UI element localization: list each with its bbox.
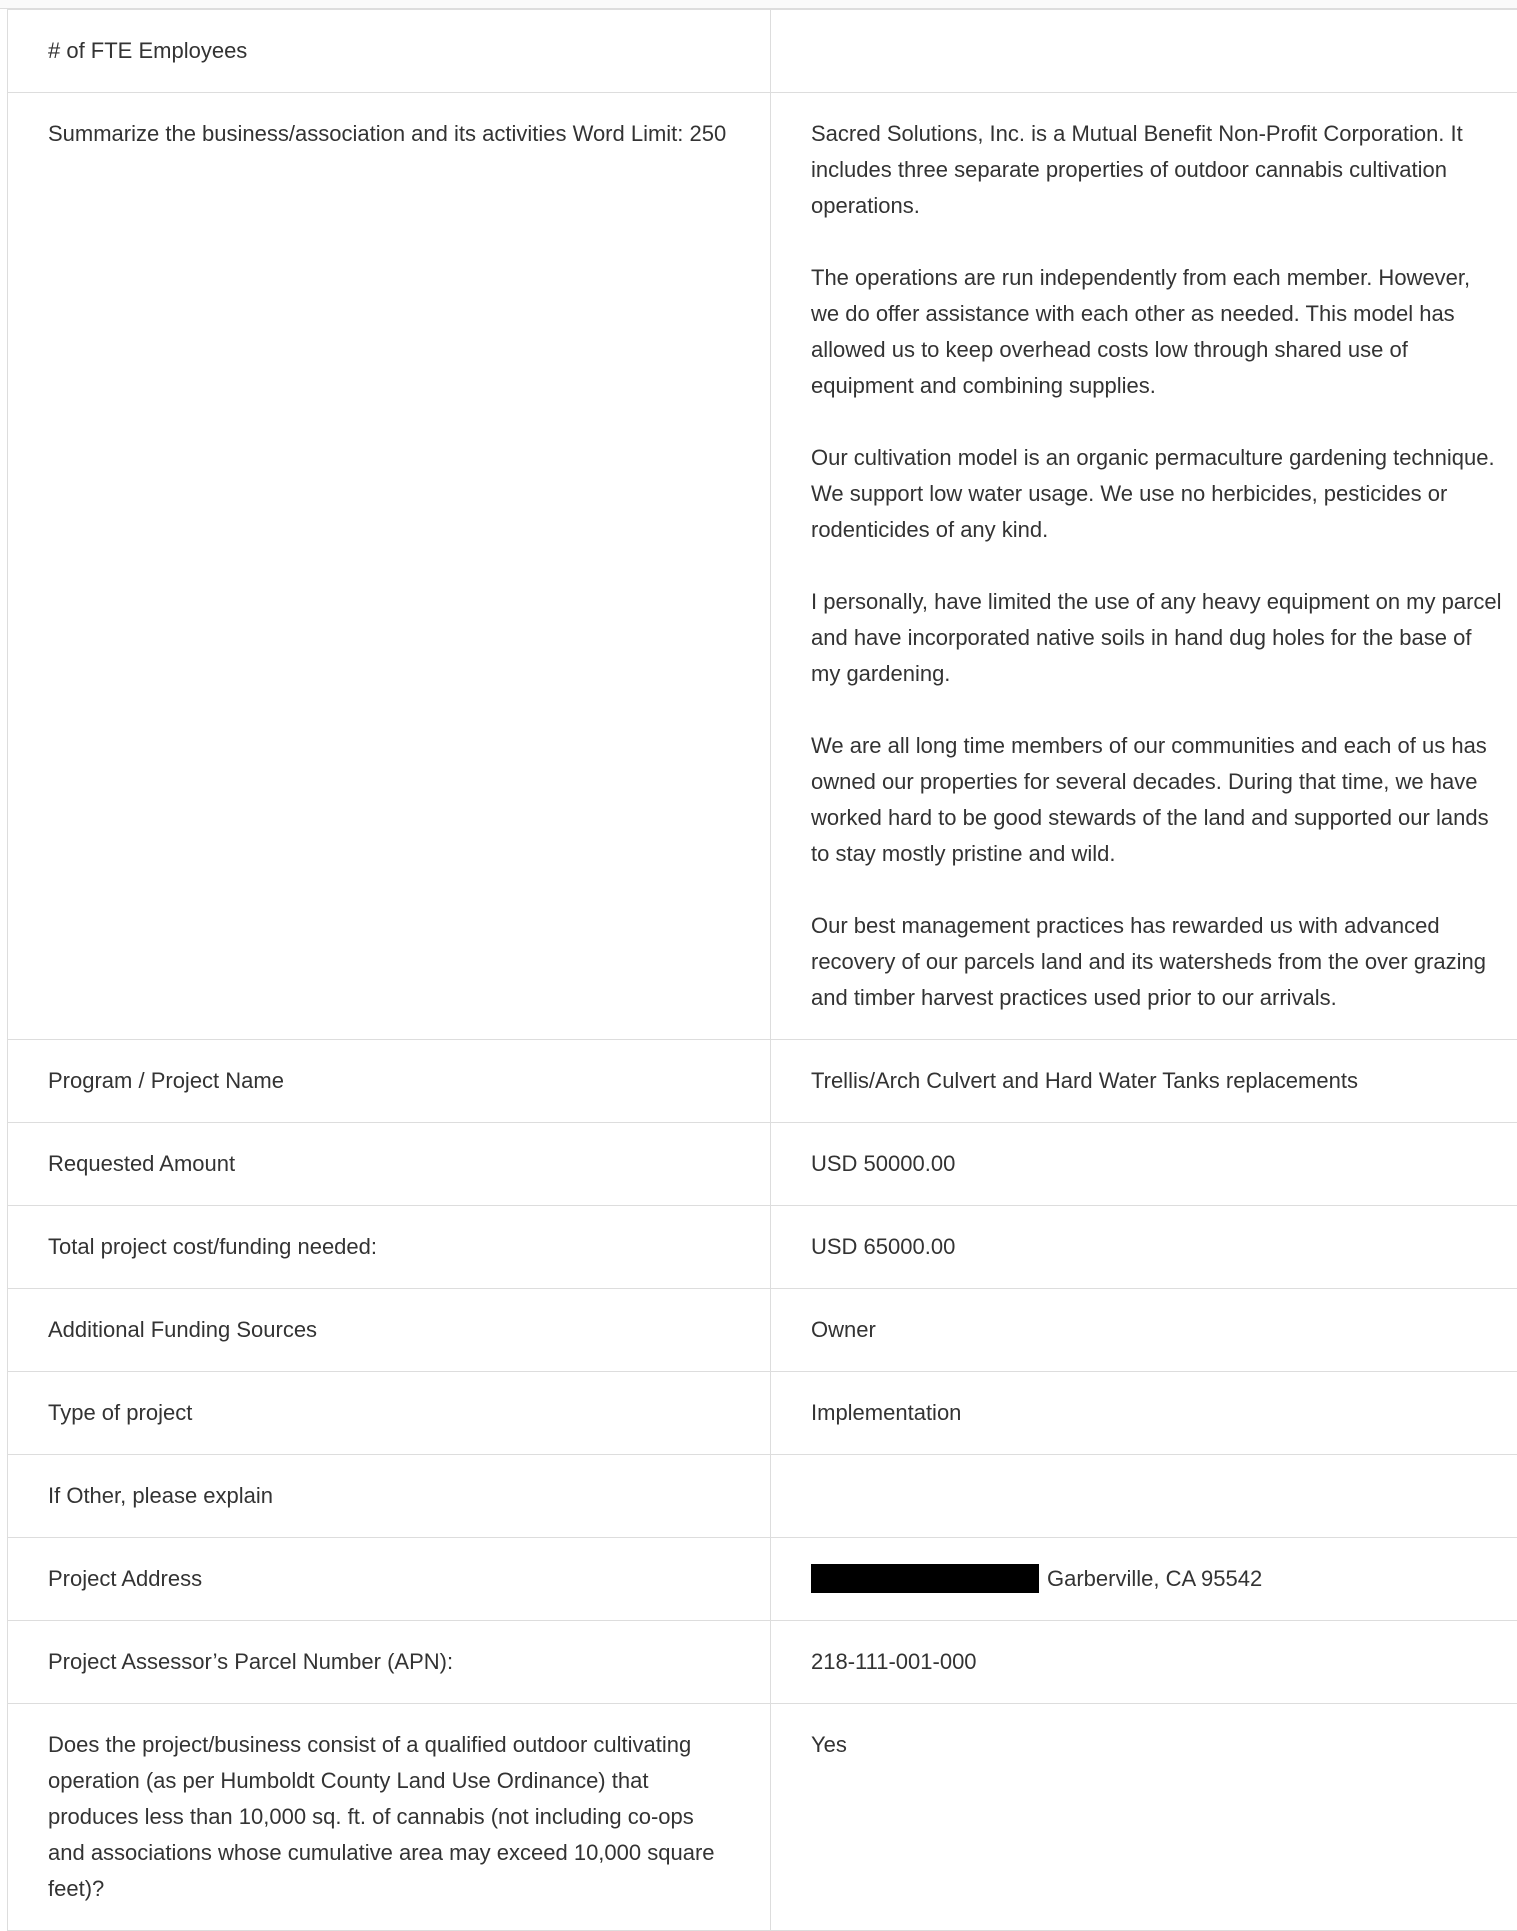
redaction-box [811,1564,1039,1593]
field-value: USD 50000.00 [771,1123,1517,1206]
project-address-value: Garberville, CA 95542 [771,1538,1517,1621]
field-value: Owner [771,1289,1517,1372]
table-row: Program / Project Name Trellis/Arch Culv… [8,1040,1517,1123]
field-value [771,10,1517,93]
summary-paragraph: I personally, have limited the use of an… [811,584,1503,692]
field-label: Additional Funding Sources [8,1289,771,1372]
field-label: Does the project/business consist of a q… [8,1704,771,1931]
application-details-table: # of FTE Employees Summarize the busines… [7,9,1517,1931]
field-value: Trellis/Arch Culvert and Hard Water Tank… [771,1040,1517,1123]
table-row: Additional Funding Sources Owner [8,1289,1517,1372]
table-row: If Other, please explain [8,1455,1517,1538]
field-label: Requested Amount [8,1123,771,1206]
field-label: Type of project [8,1372,771,1455]
field-label: # of FTE Employees [8,10,771,93]
summary-paragraph: Our best management practices has reward… [811,908,1503,1016]
table-row: Project Assessor’s Parcel Number (APN): … [8,1621,1517,1704]
field-value: Implementation [771,1372,1517,1455]
table-row: Project Address Garberville, CA 95542 [8,1538,1517,1621]
field-value: 218-111-001-000 [771,1621,1517,1704]
field-label: If Other, please explain [8,1455,771,1538]
summary-paragraph: Sacred Solutions, Inc. is a Mutual Benef… [811,116,1503,224]
field-label: Project Address [8,1538,771,1621]
table-row: Summarize the business/association and i… [8,93,1517,1040]
address-text: Garberville, CA 95542 [1047,1566,1262,1591]
field-label: Total project cost/funding needed: [8,1206,771,1289]
field-value: Yes [771,1704,1517,1931]
summary-paragraph: Our cultivation model is an organic perm… [811,440,1503,548]
summary-paragraph: We are all long time members of our comm… [811,728,1503,872]
table-row: # of FTE Employees [8,10,1517,93]
table-row: Type of project Implementation [8,1372,1517,1455]
field-label: Project Assessor’s Parcel Number (APN): [8,1621,771,1704]
table-row: Total project cost/funding needed: USD 6… [8,1206,1517,1289]
field-label: Summarize the business/association and i… [8,93,771,1040]
field-value [771,1455,1517,1538]
field-value: USD 65000.00 [771,1206,1517,1289]
summary-paragraph: The operations are run independently fro… [811,260,1503,404]
field-label: Program / Project Name [8,1040,771,1123]
business-summary: Sacred Solutions, Inc. is a Mutual Benef… [771,93,1517,1040]
table-row: Requested Amount USD 50000.00 [8,1123,1517,1206]
top-border-strip [0,0,1517,9]
table-row: Does the project/business consist of a q… [8,1704,1517,1931]
